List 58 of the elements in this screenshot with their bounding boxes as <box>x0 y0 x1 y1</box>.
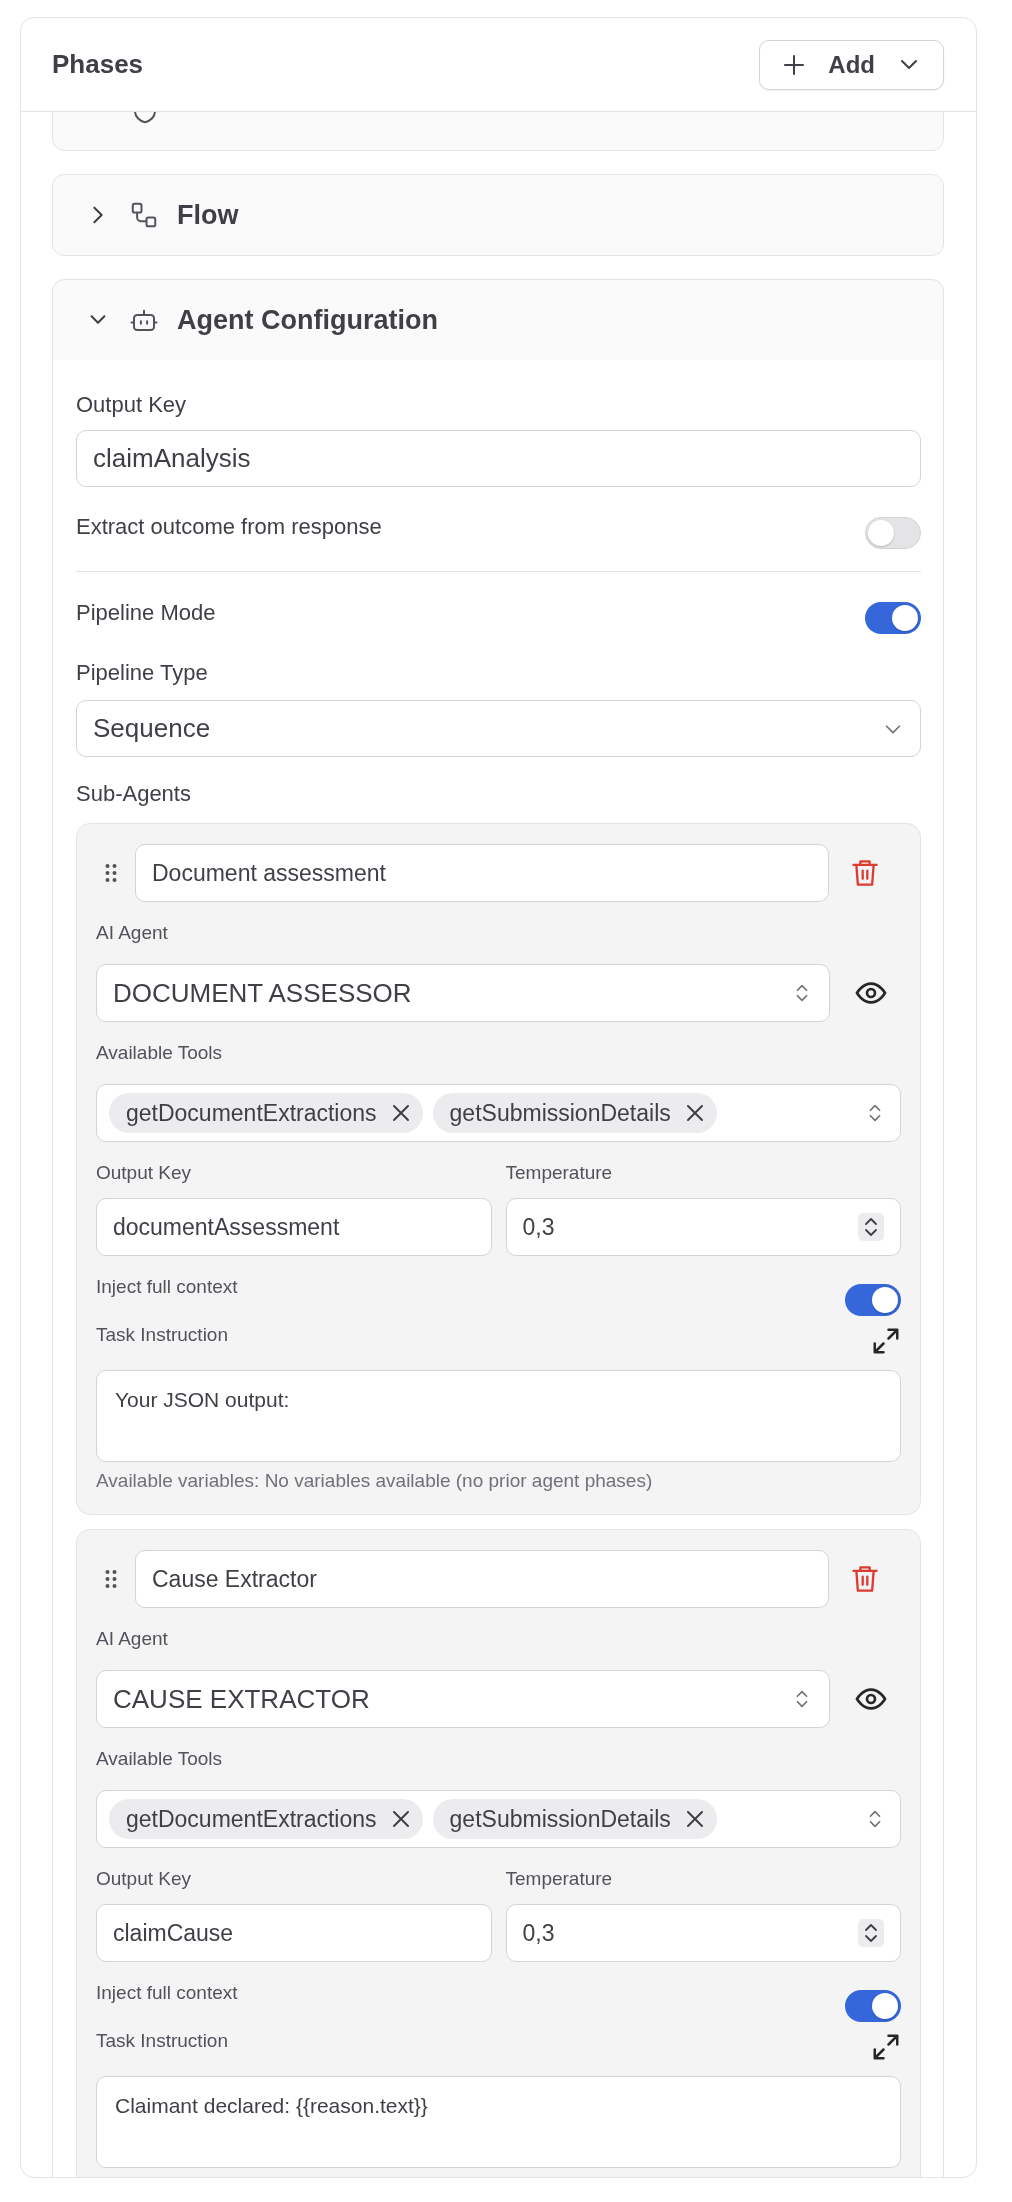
remove-icon[interactable] <box>684 1809 705 1829</box>
field-label: Available Tools <box>96 1041 224 1065</box>
field-label: Inject full context <box>96 1981 238 2005</box>
panel-title: Phases <box>52 49 144 80</box>
agent-select[interactable]: DOCUMENT ASSESSOR <box>96 964 830 1022</box>
remove-icon[interactable] <box>390 1809 411 1829</box>
flow-icon <box>129 200 159 230</box>
expand-icon[interactable] <box>871 2032 901 2062</box>
output-key-field[interactable]: documentAssessment <box>96 1198 492 1256</box>
remove-icon[interactable] <box>684 1103 705 1123</box>
field-label: Extract outcome from response <box>76 513 382 541</box>
agent-select[interactable]: CAUSE EXTRACTOR <box>96 1670 830 1728</box>
phase-title[interactable]: Flow <box>177 199 239 231</box>
variables-note: Available variables: No variables available (no prior agent phases) <box>96 1470 654 1492</box>
name-field[interactable]: Cause Extractor <box>135 1550 829 1608</box>
tool-chip[interactable]: getDocumentExtractions <box>109 1799 423 1839</box>
instruction-field[interactable]: Your JSON output: <box>96 1370 901 1462</box>
tools-select[interactable]: getDocumentExtractions getSubmissionDetails <box>96 1084 901 1142</box>
stepper-icon[interactable] <box>858 1213 884 1241</box>
name-field[interactable]: Document assessment <box>135 844 829 902</box>
expand-icon[interactable] <box>871 1326 901 1356</box>
temperature-field[interactable]: 0,3 <box>505 1904 901 1962</box>
drag-handle-icon[interactable] <box>104 1568 118 1590</box>
toggle-switch[interactable] <box>845 1990 901 2022</box>
tool-chip[interactable]: getDocumentExtractions <box>109 1093 423 1133</box>
section-label: Sub-Agents <box>76 780 192 808</box>
field-label: Pipeline Mode <box>76 599 216 627</box>
field-label: Output Key <box>76 391 188 419</box>
plus-icon <box>782 52 807 77</box>
instruction-field[interactable]: Claimant declared: {{reason.text}} <box>96 2076 901 2168</box>
add-button[interactable]: Add <box>759 39 944 90</box>
toggle-switch[interactable] <box>865 517 921 549</box>
tools-select[interactable]: getDocumentExtractions getSubmissionDetails <box>96 1790 901 1848</box>
field-label: Task Instruction <box>96 1323 228 1347</box>
output-key-field[interactable]: claimAnalysis <box>76 430 921 487</box>
field-label: Output Key <box>96 1161 193 1185</box>
stepper-icon[interactable] <box>858 1919 884 1947</box>
toggle-switch[interactable] <box>865 602 921 634</box>
tool-chip[interactable]: getSubmissionDetails <box>432 1799 717 1839</box>
field-label: AI Agent <box>96 1627 169 1651</box>
toggle-switch[interactable] <box>845 1284 901 1316</box>
phase-title[interactable]: Agent Configuration <box>177 304 438 336</box>
field-label: Available Tools <box>96 1747 224 1771</box>
drag-handle-icon[interactable] <box>104 862 118 884</box>
temperature-field[interactable]: 0,3 <box>505 1198 901 1256</box>
pipeline-type-select[interactable]: Sequence <box>76 700 921 757</box>
field-label: Output Key <box>96 1867 193 1891</box>
remove-icon[interactable] <box>390 1103 411 1123</box>
field-label: Inject full context <box>96 1275 238 1299</box>
field-label: Temperature <box>505 1161 614 1185</box>
output-key-field[interactable]: claimCause <box>96 1904 492 1962</box>
trash-icon[interactable] <box>851 858 879 888</box>
field-label: Pipeline Type <box>76 659 209 687</box>
trash-icon[interactable] <box>851 1564 879 1594</box>
field-label: Task Instruction <box>96 2029 228 2053</box>
tool-chip[interactable]: getSubmissionDetails <box>432 1093 717 1133</box>
field-label: Temperature <box>505 1867 614 1891</box>
field-label: AI Agent <box>96 921 169 945</box>
